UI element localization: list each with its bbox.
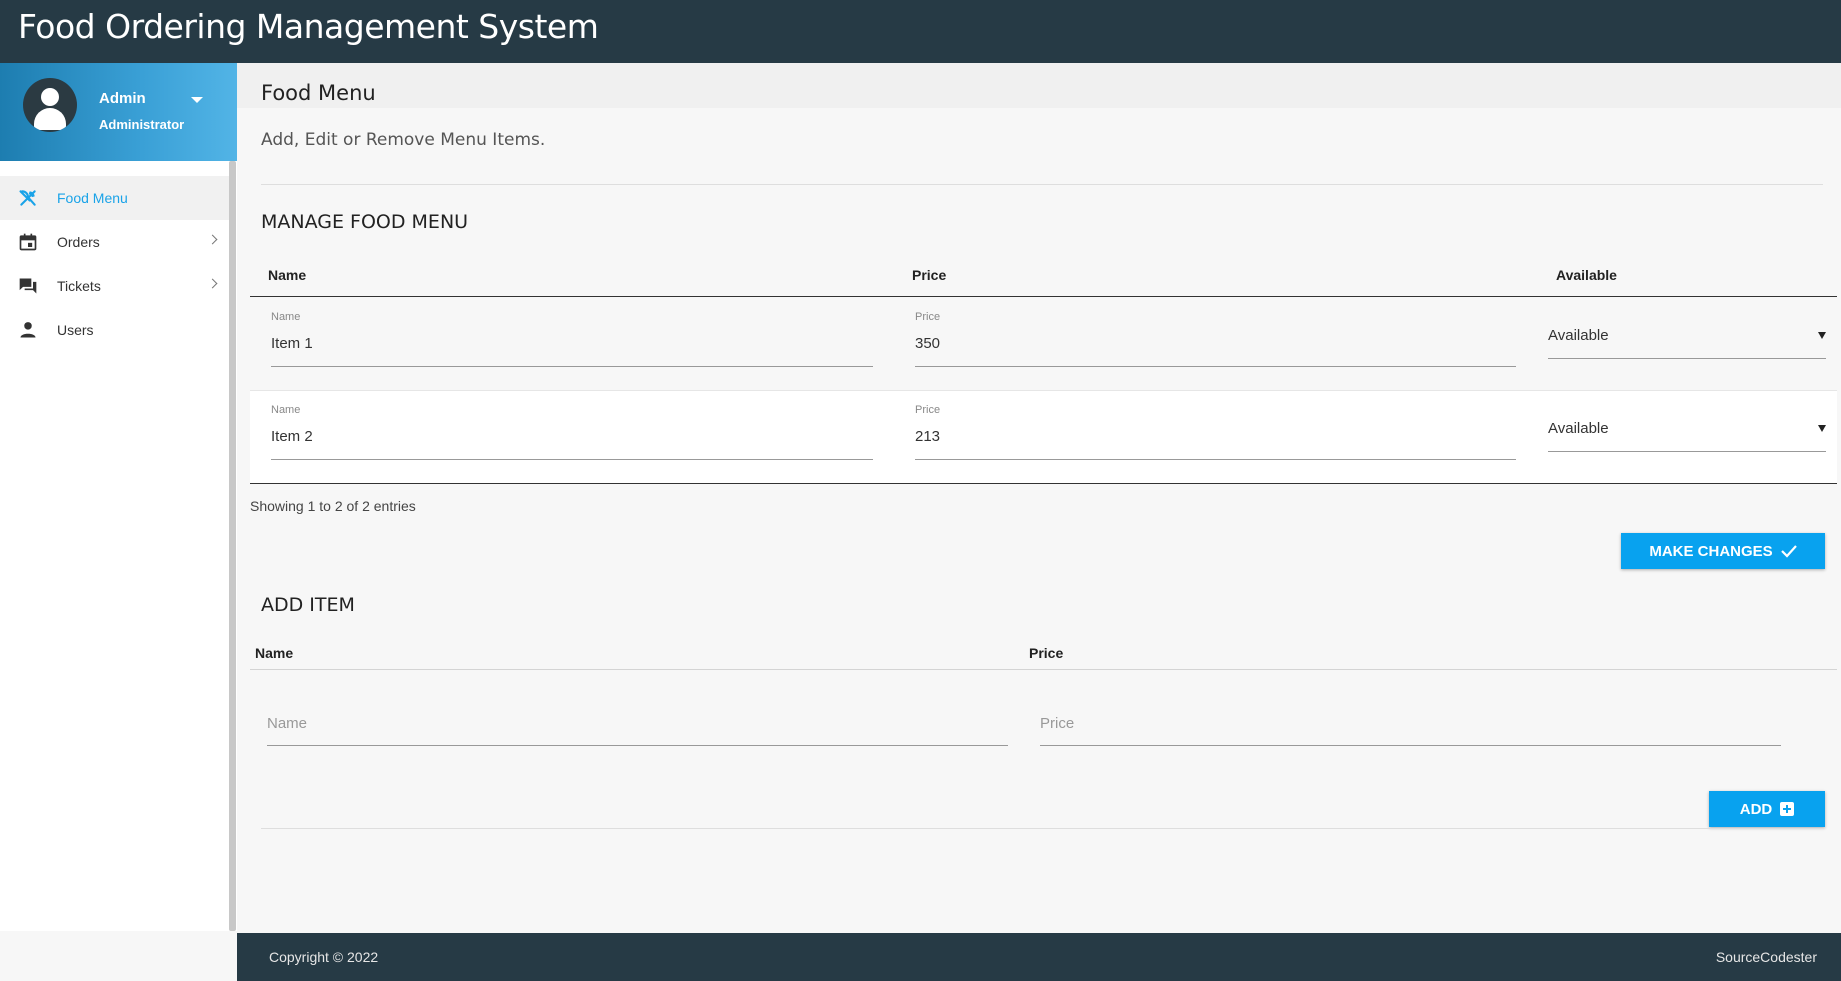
caret-down-icon[interactable] — [1818, 332, 1826, 339]
sidebar-item-label: Orders — [57, 234, 100, 250]
chevron-down-icon[interactable] — [191, 97, 203, 103]
footer: Copyright © 2022 SourceCodester — [237, 933, 1841, 981]
main-content: Food Menu Add, Edit or Remove Menu Items… — [237, 63, 1841, 933]
price-input-underline — [915, 459, 1516, 460]
sidebar-item-orders[interactable]: Orders — [0, 220, 230, 264]
sidebar-item-label: Tickets — [57, 278, 101, 294]
app-title: Food Ordering Management System — [18, 7, 599, 46]
price-field-label: Price — [915, 311, 941, 323]
column-header-price: Price — [1029, 645, 1064, 661]
new-item-name-input[interactable]: Name — [267, 715, 307, 732]
availability-select[interactable]: Available — [1548, 327, 1609, 344]
table-footer-line — [250, 483, 1837, 484]
new-item-price-input[interactable]: Price — [1040, 715, 1074, 732]
divider — [261, 828, 1823, 829]
name-input-underline — [271, 459, 873, 460]
name-input-underline — [267, 745, 1008, 746]
avatar — [23, 78, 77, 132]
table-row: Name Item 2 Price 213 Available — [250, 391, 1837, 484]
availability-underline — [1548, 358, 1826, 359]
page-subtitle: Add, Edit or Remove Menu Items. — [261, 130, 546, 150]
sidebar-item-food-menu[interactable]: Food Menu — [0, 176, 230, 220]
sidebar-item-label: Users — [57, 322, 94, 338]
add-button[interactable]: ADD — [1709, 791, 1825, 827]
user-profile: Admin Administrator — [0, 63, 237, 161]
column-header-price[interactable]: Price — [912, 267, 946, 283]
page-title: Food Menu — [261, 81, 376, 105]
name-field-label: Name — [271, 404, 301, 416]
utensils-icon — [19, 190, 36, 206]
plus-box-icon — [1780, 802, 1795, 816]
add-item-section-title: ADD ITEM — [261, 594, 355, 616]
entries-info: Showing 1 to 2 of 2 entries — [250, 498, 416, 514]
person-icon — [20, 322, 36, 338]
price-field-label: Price — [915, 404, 941, 416]
divider — [261, 184, 1823, 185]
name-field-label: Name — [271, 311, 301, 323]
column-header-available[interactable]: Available — [1556, 267, 1617, 283]
top-bar: Food Ordering Management System — [0, 0, 1841, 63]
availability-underline — [1548, 451, 1826, 452]
name-input[interactable]: Item 1 — [271, 335, 313, 352]
copyright-text: Copyright © 2022 — [269, 949, 379, 965]
manage-section-title: MANAGE FOOD MENU — [261, 211, 469, 233]
sidebar-item-tickets[interactable]: Tickets — [0, 264, 230, 308]
caret-down-icon[interactable] — [1818, 425, 1826, 432]
sidebar-scrollbar[interactable] — [229, 161, 236, 931]
add-table-header-line — [250, 669, 1837, 670]
chevron-right-icon — [207, 278, 218, 289]
price-input-underline — [915, 366, 1516, 367]
user-name: Admin — [99, 90, 146, 107]
availability-select[interactable]: Available — [1548, 420, 1609, 437]
chevron-right-icon — [207, 234, 218, 245]
column-header-name[interactable]: Name — [268, 267, 306, 283]
sidebar: Admin Administrator Food Menu Orders Tic… — [0, 63, 237, 931]
chat-icon — [19, 278, 37, 294]
sidebar-nav: Food Menu Orders Tickets Users — [0, 176, 230, 352]
price-input[interactable]: 350 — [915, 335, 940, 352]
price-input-underline — [1040, 745, 1781, 746]
brand-text: SourceCodester — [1715, 949, 1817, 965]
sidebar-item-users[interactable]: Users — [0, 308, 230, 352]
check-icon — [1780, 545, 1797, 558]
name-input[interactable]: Item 2 — [271, 428, 313, 445]
name-input-underline — [271, 366, 873, 367]
page-header — [237, 63, 1841, 108]
sidebar-item-label: Food Menu — [57, 190, 128, 206]
add-button-label: ADD — [1739, 800, 1773, 818]
column-header-name: Name — [255, 645, 294, 661]
user-role: Administrator — [99, 117, 185, 132]
make-changes-label: MAKE CHANGES — [1649, 542, 1773, 560]
price-input[interactable]: 213 — [915, 428, 940, 445]
table-header-line — [250, 296, 1837, 297]
make-changes-button[interactable]: MAKE CHANGES — [1621, 533, 1825, 569]
calendar-icon — [19, 233, 37, 251]
